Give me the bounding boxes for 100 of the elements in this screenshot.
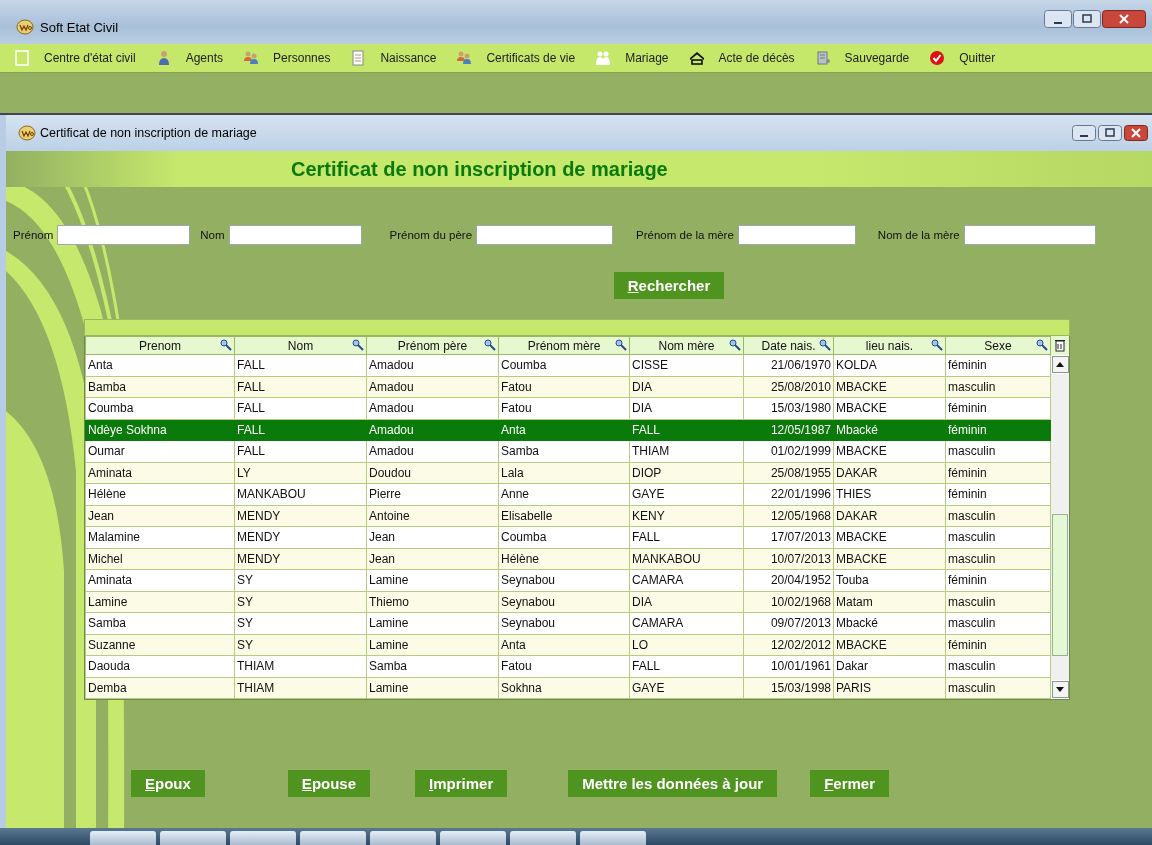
search-icon[interactable] [729,339,741,351]
action-button[interactable]: Epouse [287,770,371,797]
app-logo-icon [18,125,36,141]
menu-item[interactable]: Acte de décès [688,50,795,66]
field-label: Prénom [13,229,54,241]
search-icon[interactable] [931,339,943,351]
checkmark-icon [929,50,946,66]
table-row[interactable]: Lamine SY Thiemo Seynabou DIA 10/02/1968 Matam masculin [85,591,1051,613]
table-row[interactable]: Jean MENDY Antoine Elisabelle KENY 12/05/1968 DAKAR masculin [85,505,1051,527]
table-row[interactable]: Hélène MANKABOU Pierre Anne GAYE 22/01/1996 THIES féminin [85,483,1051,505]
column-label: Sexe [984,338,1012,353]
table-cell: Bamba [85,376,235,398]
table-row[interactable]: Samba SY Lamine Seynabou CAMARA 09/07/2013 Mbacké masculin [85,612,1051,634]
menu-item[interactable]: Personnes [243,50,331,66]
table-row[interactable]: Malamine MENDY Jean Coumba FALL 17/07/2013 MBACKE masculin [85,526,1051,548]
table-row[interactable]: Oumar FALL Amadou Samba THIAM 01/02/1999 MBACKE masculin [85,440,1051,462]
app-logo-icon [16,19,34,35]
menu-item[interactable]: Centre d'état civil [14,50,136,66]
search-field[interactable] [963,225,1096,245]
search-icon[interactable] [615,339,627,351]
table-row[interactable]: Daouda THIAM Samba Fatou FALL 10/01/1961 Dakar masculin [85,655,1051,677]
scroll-up-icon[interactable] [1056,362,1064,367]
menu-item[interactable]: Certificats de vie [456,50,576,66]
maximize-button[interactable] [1098,125,1122,141]
table-cell: Ndèye Sokhna [85,419,235,441]
column-label: Prenom [139,338,181,353]
column-label: Prénom mère [527,338,601,353]
close-button[interactable] [1102,10,1146,28]
table-cell: Lamine [85,591,235,613]
people-icon [243,50,260,66]
search-icon[interactable] [484,339,496,351]
minimize-button[interactable] [1044,10,1072,28]
search-icon[interactable] [352,339,364,351]
table-row[interactable]: Anta FALL Amadou Coumba CISSE 21/06/1970 KOLDA féminin [85,354,1051,376]
table-cell: Daouda [85,655,235,677]
table-cell: Aminata [85,569,235,591]
form-heading: Certificat de non inscription de mariage [291,157,668,181]
column-header[interactable]: Sexe [945,336,1051,355]
minimize-button[interactable] [1072,125,1096,141]
table-row[interactable]: Michel MENDY Jean Hélène MANKABOU 10/07/2013 MBACKE masculin [85,548,1051,570]
table-cell: Jean [85,505,235,527]
search-icon[interactable] [819,339,831,351]
scrollbar-thumb[interactable] [1052,514,1068,656]
table-row[interactable]: Aminata LY Doudou Lala DIOP 25/08/1955 DAKAR féminin [85,462,1051,484]
document-icon [350,50,367,66]
table-row[interactable]: Suzanne SY Lamine Anta LO 12/02/2012 MBACKE féminin [85,634,1051,656]
search-icon[interactable] [220,339,232,351]
table-cell: Samba [85,612,235,634]
search-field[interactable] [476,225,614,245]
column-label: Date nais. [761,338,816,353]
column-header[interactable]: Date nais. [743,336,834,355]
action-button[interactable]: Mettre les données à jour [568,770,778,797]
couple-icon [595,50,612,66]
search-field[interactable] [57,225,191,245]
table-cell: Michel [85,548,235,570]
column-label: Prénom père [397,338,468,353]
column-header[interactable]: lieu nais. [833,336,946,355]
action-button[interactable]: Imprimer [415,770,508,797]
table-row[interactable]: Aminata SY Lamine Seynabou CAMARA 20/04/1952 Touba féminin [85,569,1051,591]
search-field[interactable] [228,225,362,245]
action-button[interactable]: Rechercher [613,272,725,299]
table-row[interactable]: Bamba FALL Amadou Fatou DIA 25/08/2010 MBACKE masculin [85,376,1051,398]
table-cell: Demba [85,677,235,699]
frame-icon [14,50,30,66]
menu-item[interactable]: Agents [155,50,224,66]
menu-item[interactable]: Sauvegarde [814,50,910,66]
table-cell: Hélène [85,483,235,505]
table-cell: Oumar [85,440,235,462]
close-button[interactable] [1124,125,1148,141]
column-header[interactable]: Nom mère [629,336,744,355]
table-row[interactable]: Coumba FALL Amadou Fatou DIA 15/03/1980 MBACKE féminin [85,397,1051,419]
menu-item[interactable]: Mariage [595,50,669,66]
action-button[interactable]: Epoux [131,770,205,797]
child-window-title: Certificat de non inscription de mariage [40,126,257,140]
window-title: Soft Etat Civil [40,19,119,35]
maximize-button[interactable] [1073,10,1101,28]
menu-item[interactable]: Naissance [350,50,437,66]
people-icon [456,50,473,66]
table-cell: Malamine [85,526,235,548]
field-label: Prénom du père [389,229,473,241]
table-row[interactable]: Ndèye Sokhna FALL Amadou Anta FALL 12/05/1987 Mbacké féminin [85,419,1051,441]
column-chooser-icon[interactable] [1055,339,1065,352]
search-field[interactable] [737,225,856,245]
action-button[interactable]: Fermer [810,770,890,797]
column-header[interactable]: Prenom [85,336,235,355]
column-header[interactable]: Prénom mère [498,336,630,355]
column-header[interactable]: Prénom père [366,336,499,355]
search-icon[interactable] [1036,339,1048,351]
menu-item[interactable]: Quitter [929,50,996,66]
field-label: Prénom de la mère [636,229,734,241]
column-label: Nom [287,338,314,353]
table-cell: Aminata [85,462,235,484]
table-row[interactable]: Demba THIAM Lamine Sokhna GAYE 15/03/1998 PARIS masculin [85,677,1051,699]
scrollbar[interactable] [1051,336,1069,699]
column-header[interactable]: Nom [234,336,367,355]
scroll-down-icon[interactable] [1056,687,1064,692]
column-label: lieu nais. [865,338,914,353]
column-label: Nom mère [658,338,715,353]
field-label: Nom [200,229,225,241]
field-label: Nom de la mère [877,229,960,241]
